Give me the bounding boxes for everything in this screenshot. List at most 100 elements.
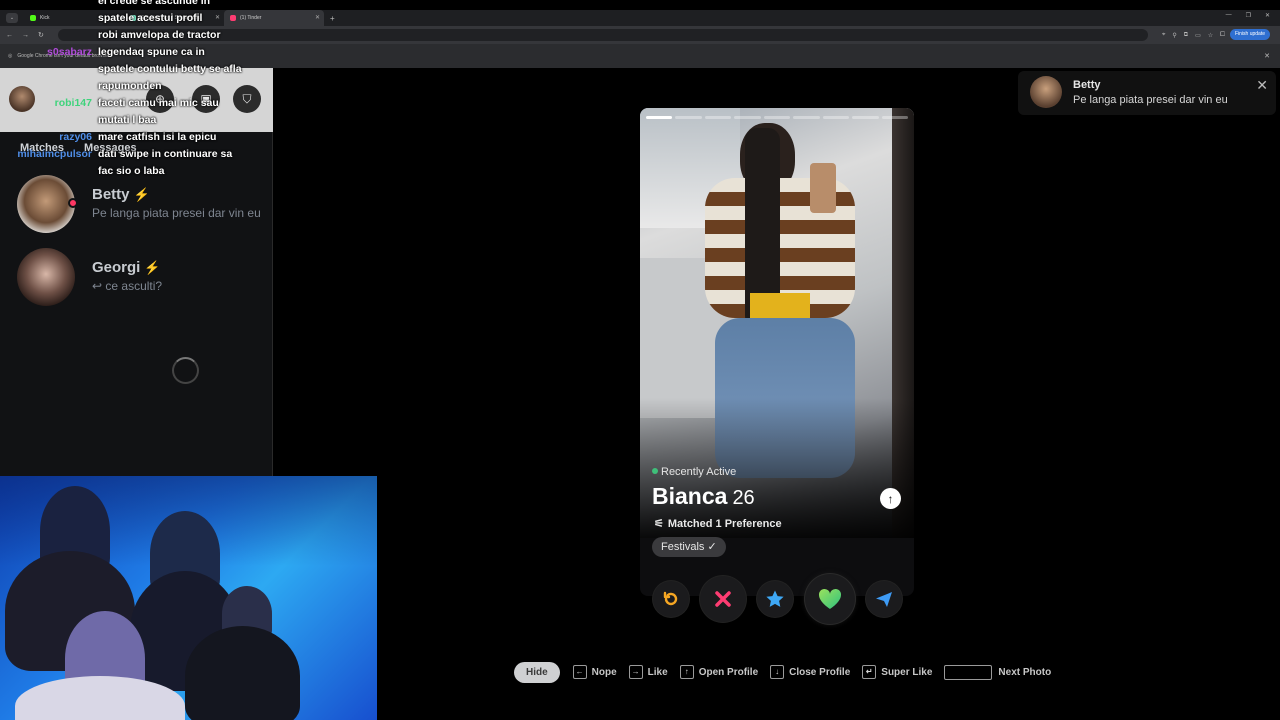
activity-status: Recently Active <box>661 466 737 478</box>
profile-name: Bianca <box>652 483 728 509</box>
photo-indicator[interactable] <box>704 116 732 119</box>
profile-card[interactable]: Recently Active Bianca 26 ↑ ⚟ Matched 1 Pr… <box>640 108 914 596</box>
chat-message: mihaimcpulsor dati swipe in continuare sa <box>0 146 280 163</box>
unread-dot <box>68 198 78 208</box>
close-window-icon[interactable]: ✕ <box>1265 12 1270 19</box>
shortcut-super-like: ↵ Super Like <box>862 665 932 679</box>
chat-username: razy06 <box>59 131 92 143</box>
boost-button[interactable] <box>866 581 902 617</box>
photo-yellow-top <box>750 293 810 318</box>
chat-message: rapumonden <box>0 78 280 95</box>
photo-indicator[interactable] <box>763 116 791 119</box>
minimize-icon[interactable]: — <box>1226 12 1232 19</box>
shortcut-nope: ← Nope <box>572 665 617 679</box>
photo-indicator[interactable] <box>822 116 850 119</box>
chat-message: s0sabarz legendaq spune ca in <box>0 44 280 61</box>
chat-message: razy06 mare catfish isi la epicu <box>0 129 280 146</box>
notification-title: Betty <box>1073 79 1101 91</box>
chat-text: spatele acestui profil <box>98 12 203 24</box>
photo-phone <box>810 163 836 213</box>
matched-preferences: Matched 1 Preference <box>667 518 782 530</box>
chat-username: s0sabarz <box>47 46 92 58</box>
location-icon[interactable]: ⌖ <box>1162 32 1165 39</box>
shortcut-label: Nope <box>591 666 617 678</box>
photo-indicator[interactable] <box>793 116 820 119</box>
bolt-icon: ⚡ <box>133 187 150 202</box>
preferences-icon: ⚟ <box>654 518 664 530</box>
chat-text: dati swipe in continuare sa <box>98 148 233 160</box>
nope-button[interactable] <box>700 576 746 622</box>
match-message-notification[interactable]: Betty Pe langa piata presei dar vin eu ✕ <box>1018 71 1276 115</box>
key-icon: → <box>628 665 643 679</box>
share-icon[interactable]: ⧉ <box>1184 32 1188 39</box>
chat-message: el crede se ascunde in <box>0 0 280 10</box>
infobar-close-icon[interactable]: ✕ <box>1264 52 1270 60</box>
photo-indicator[interactable] <box>881 116 908 119</box>
bookmark-star-icon[interactable]: ☆ <box>1208 32 1213 39</box>
active-status-dot <box>652 468 658 474</box>
key-icon: ← <box>572 665 587 679</box>
rewind-button[interactable] <box>653 581 689 617</box>
chat-text: el crede se ascunde in <box>98 0 211 7</box>
shortcut-label: Super Like <box>881 666 933 678</box>
like-button[interactable] <box>805 574 855 624</box>
extensions-icon[interactable]: ⧠ <box>1220 32 1225 39</box>
nope-x-icon <box>715 591 731 607</box>
chat-text: rapumonden <box>98 80 162 92</box>
conversation-name: Betty <box>92 186 130 203</box>
avatar <box>17 248 75 306</box>
super-like-button[interactable] <box>757 581 793 617</box>
photo-indicator[interactable] <box>646 116 673 119</box>
photo-indicator[interactable] <box>852 116 879 119</box>
conversation-item-betty[interactable]: Betty ⚡ Pe langa piata presei dar vin eu <box>17 175 267 235</box>
heart-icon <box>818 588 842 609</box>
shortcut-label: Open Profile <box>698 666 759 678</box>
keyboard-shortcuts-bar: Hide ← Nope → Like ↑ Open Profile ↓ Close Profi… <box>514 661 1063 683</box>
shortcut-close-profile: ↓ Close Profile <box>770 665 850 679</box>
shortcut-like: → Like <box>628 665 668 679</box>
chat-text: fac sio o laba <box>98 165 165 177</box>
conversation-item-georgi[interactable]: Georgi ⚡ ↩ ce asculti? <box>17 248 267 308</box>
chat-message: robi amvelopa de tractor <box>0 27 280 44</box>
hide-shortcuts-button[interactable]: Hide <box>514 661 560 683</box>
window-controls: — ❐ ✕ <box>1226 12 1270 19</box>
chat-text: spatele contului betty se afla <box>98 63 242 75</box>
chat-message: spatele contului betty se afla <box>0 61 280 78</box>
finish-update-button[interactable]: Finish update <box>1229 29 1270 40</box>
tab-close-icon[interactable]: ✕ <box>315 14 320 21</box>
action-bar <box>651 574 902 624</box>
key-icon: ↵ <box>862 665 877 679</box>
notification-message: Pe langa piata presei dar vin eu <box>1073 94 1228 106</box>
shortcut-label: Like <box>647 666 668 678</box>
new-tab-icon[interactable]: + <box>330 14 335 23</box>
photo-indicator[interactable] <box>675 116 702 119</box>
chat-message: mutati l baa <box>0 112 280 129</box>
conversation-preview: ↩ ce asculti? <box>92 279 163 293</box>
chat-text: mutati l baa <box>98 114 157 126</box>
key-icon: ↑ <box>679 665 694 679</box>
stream-chat-overlay: el crede se ascunde in spatele acestui pr… <box>0 0 280 180</box>
star-icon <box>766 590 784 607</box>
chat-text: faceti camu mai mic sau <box>98 97 219 109</box>
key-icon: ↓ <box>770 665 785 679</box>
shortcut-label: Next Photo <box>998 666 1052 678</box>
restore-icon[interactable]: ❐ <box>1246 12 1251 19</box>
chat-message: robi147 faceti camu mai mic sau <box>0 95 280 112</box>
photo-indicator[interactable] <box>734 116 761 119</box>
bolt-icon: ⚡ <box>144 260 161 275</box>
shortcut-label: Close Profile <box>789 666 851 678</box>
conversation-preview: Pe langa piata presei dar vin eu <box>92 206 261 220</box>
shortcut-next-photo: Next Photo <box>944 664 1052 680</box>
cast-icon[interactable]: ▭ <box>1195 32 1201 39</box>
loading-spinner <box>172 357 199 384</box>
shortcut-open-profile: ↑ Open Profile <box>679 665 759 679</box>
avatar <box>17 175 75 233</box>
notification-avatar <box>1030 76 1062 108</box>
chat-username: robi147 <box>54 97 92 109</box>
extension-icons: ⌖ ⚲ ⧉ ▭ ☆ ⧠ ◉ <box>1162 32 1237 39</box>
notification-close-icon[interactable]: ✕ <box>1256 77 1268 94</box>
open-profile-icon[interactable]: ↑ <box>880 488 901 509</box>
chat-text: legendaq spune ca in <box>98 46 205 58</box>
streamer-figure <box>185 626 300 720</box>
zoom-icon[interactable]: ⚲ <box>1172 32 1176 39</box>
